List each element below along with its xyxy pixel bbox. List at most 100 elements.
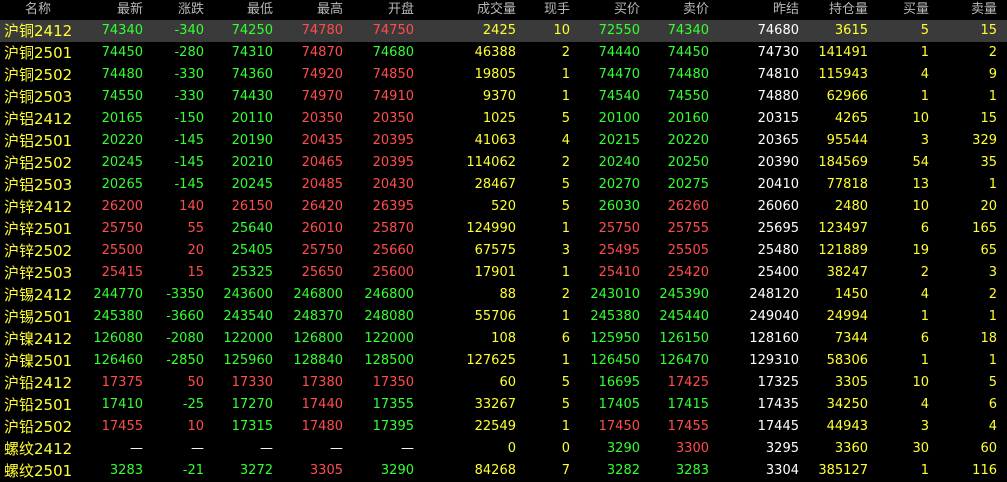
cell-col-12: 13 (912, 177, 929, 192)
cell-col-4: 74920 (301, 67, 343, 82)
cell-col-7: 2 (561, 45, 570, 60)
cell-col-7: 5 (561, 177, 570, 192)
cell-col-10: 74810 (757, 67, 799, 82)
header-low[interactable]: 最低 (247, 0, 273, 20)
cell-col-11: 121889 (818, 243, 868, 258)
cell-col-11: 95544 (826, 133, 868, 148)
cell-col-5: 26395 (372, 199, 414, 214)
header-ask-size[interactable]: 卖量 (971, 0, 997, 20)
table-row[interactable]: 沪锌2412 26200 140 26150 26420 26395 520 5 26030 26… (0, 196, 1007, 218)
cell-col-3: 20210 (231, 155, 273, 170)
cell-col-11: 3615 (834, 23, 868, 38)
table-row[interactable]: 沪铅2501 17410 -25 17270 17440 17355 33267 5 17405… (0, 394, 1007, 416)
table-row[interactable]: 沪锌2501 25750 55 25640 26010 25870 124990 1 25750… (0, 218, 1007, 240)
cell-col-10: 74880 (757, 89, 799, 104)
table-row[interactable]: 沪铜2502 74480 -330 74360 74920 74850 19805 1 7447… (0, 64, 1007, 86)
header-volume[interactable]: 成交量 (477, 0, 516, 20)
contract-name: 沪铜2502 (4, 66, 73, 84)
header-last[interactable]: 最新 (117, 0, 143, 20)
cell-col-6: 9370 (482, 89, 516, 104)
cell-col-2: -145 (174, 133, 204, 148)
cell-col-3: 122000 (223, 331, 273, 346)
cell-col-9: 25755 (667, 221, 709, 236)
cell-col-5: 25870 (372, 221, 414, 236)
cell-col-2: -330 (174, 67, 204, 82)
cell-col-12: 6 (920, 331, 929, 346)
header-high[interactable]: 最高 (317, 0, 343, 20)
cell-col-10: 25695 (757, 221, 799, 236)
cell-col-9: 74480 (667, 67, 709, 82)
table-row[interactable]: 沪锌2502 25500 20 25405 25750 25660 67575 3 25495 2… (0, 240, 1007, 262)
cell-col-9: 74450 (667, 45, 709, 60)
table-row[interactable]: 螺纹2412 — — — — — 0 0 3290 3300 3295 3360 30 60 (0, 438, 1007, 460)
cell-col-5: 74750 (372, 23, 414, 38)
table-row[interactable]: 沪铝2502 20245 -145 20210 20465 20395 114062 2 202… (0, 152, 1007, 174)
cell-col-2: -145 (174, 155, 204, 170)
cell-col-5: 74910 (372, 89, 414, 104)
header-current-lot[interactable]: 现手 (544, 0, 570, 20)
table-row[interactable]: 沪铜2412 74340 -340 74250 74780 74750 2425 10 7255… (0, 20, 1007, 42)
cell-col-8: 25495 (598, 243, 640, 258)
contract-name: 沪锌2503 (4, 264, 73, 282)
table-row[interactable]: 沪铅2412 17375 50 17330 17380 17350 60 5 16695 1742… (0, 372, 1007, 394)
table-row[interactable]: 沪铅2502 17455 10 17315 17480 17395 22549 1 17450 1… (0, 416, 1007, 438)
cell-col-10: 249040 (749, 309, 799, 324)
table-row[interactable]: 沪铝2501 20220 -145 20190 20435 20395 41063 4 2021… (0, 130, 1007, 152)
header-change[interactable]: 涨跌 (178, 0, 204, 20)
header-open-interest[interactable]: 持仓量 (829, 0, 868, 20)
cell-col-13: 20 (980, 199, 997, 214)
table-row[interactable]: 沪镍2412 126080 -2080 122000 126800 122000 108 6 1… (0, 328, 1007, 350)
cell-col-4: 246800 (293, 287, 343, 302)
header-bid[interactable]: 买价 (614, 0, 640, 20)
cell-col-1: 20245 (101, 155, 143, 170)
cell-col-1: 3283 (109, 463, 143, 478)
cell-col-13: 15 (980, 23, 997, 38)
cell-col-3: 17315 (231, 419, 273, 434)
cell-col-5: 74680 (372, 45, 414, 60)
cell-col-4: 17380 (301, 375, 343, 390)
cell-col-8: 20100 (598, 111, 640, 126)
table-row[interactable]: 沪铝2503 20265 -145 20245 20485 20430 28467 5 2027… (0, 174, 1007, 196)
cell-col-3: 26150 (231, 199, 273, 214)
cell-col-7: 0 (561, 441, 570, 456)
header-ask[interactable]: 卖价 (683, 0, 709, 20)
cell-col-2: 55 (187, 221, 204, 236)
cell-col-10: 74730 (757, 45, 799, 60)
contract-name: 沪铅2501 (4, 396, 73, 414)
cell-col-13: 35 (980, 155, 997, 170)
contract-name: 沪锡2412 (4, 286, 73, 304)
header-bid-size[interactable]: 买量 (903, 0, 929, 20)
cell-col-7: 7 (561, 463, 570, 478)
cell-col-11: 2480 (834, 199, 868, 214)
header-prev-settle[interactable]: 昨结 (773, 0, 799, 20)
table-row[interactable]: 沪锌2503 25415 15 25325 25650 25600 17901 1 25410 2… (0, 262, 1007, 284)
contract-name: 沪锡2501 (4, 308, 73, 326)
cell-col-11: 34250 (826, 397, 868, 412)
cell-col-13: 6 (988, 397, 997, 412)
table-row[interactable]: 沪铜2503 74550 -330 74430 74970 74910 9370 1 74540… (0, 86, 1007, 108)
cell-col-5: 122000 (364, 331, 414, 346)
cell-col-12: 19 (912, 243, 929, 258)
cell-col-9: 3300 (675, 441, 709, 456)
cell-col-1: 126080 (93, 331, 143, 346)
table-row[interactable]: 沪铜2501 74450 -280 74310 74870 74680 46388 2 7444… (0, 42, 1007, 64)
contract-name: 沪铝2502 (4, 154, 73, 172)
cell-col-10: 17325 (757, 375, 799, 390)
cell-col-11: 141491 (818, 45, 868, 60)
header-name[interactable]: 名称 (25, 0, 51, 20)
contract-name: 沪铜2501 (4, 44, 73, 62)
cell-col-5: 17350 (372, 375, 414, 390)
table-row[interactable]: 沪锡2501 245380 -3660 243540 248370 248080 55706… (0, 306, 1007, 328)
cell-col-5: 20395 (372, 155, 414, 170)
cell-col-3: 74310 (231, 45, 273, 60)
contract-name: 沪铜2412 (4, 22, 73, 40)
cell-col-6: 22549 (474, 419, 516, 434)
table-row[interactable]: 沪锡2412 244770 -3350 243600 246800 246800 88 2 24… (0, 284, 1007, 306)
cell-col-12: 4 (920, 397, 929, 412)
table-row[interactable]: 沪铝2412 20165 -150 20110 20350 20350 1025 5 20100… (0, 108, 1007, 130)
cell-col-11: 184569 (818, 155, 868, 170)
cell-col-5: 74850 (372, 67, 414, 82)
table-row[interactable]: 沪镍2501 126460 -2850 125960 128840 128500 12762… (0, 350, 1007, 372)
table-row[interactable]: 螺纹2501 3283 -21 3272 3305 3290 84268 7 3282 3283 3… (0, 460, 1007, 482)
header-open[interactable]: 开盘 (388, 0, 414, 20)
